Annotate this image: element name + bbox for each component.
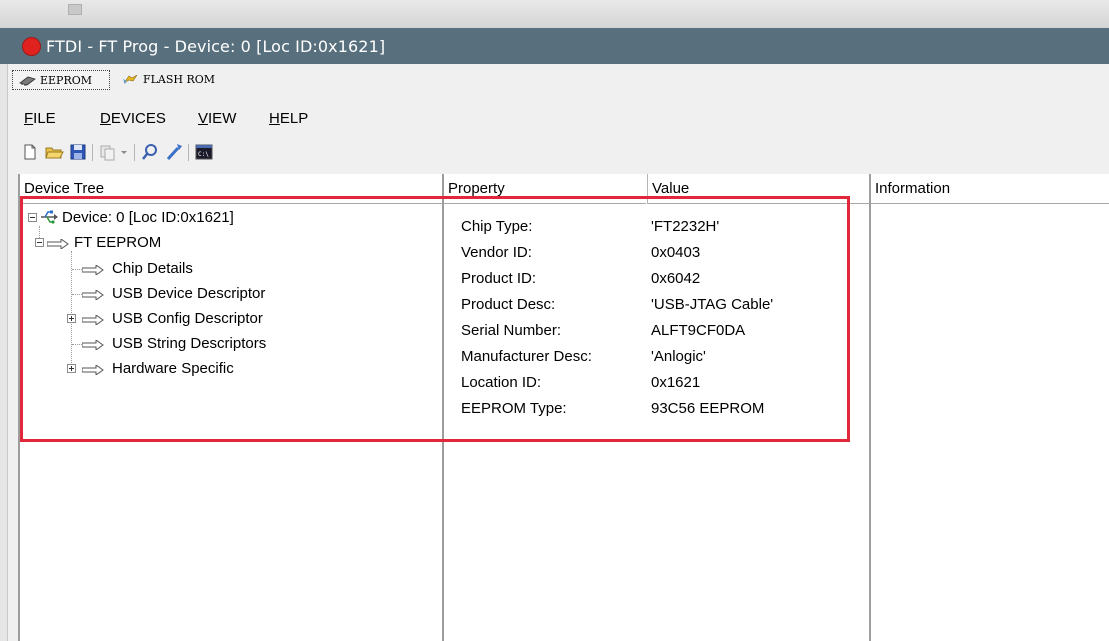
- property-value: 'USB-JTAG Cable': [651, 296, 774, 313]
- property-value: 'FT2232H': [651, 218, 720, 235]
- tree-item-label: USB Config Descriptor: [112, 310, 263, 327]
- search-devices-icon[interactable]: [140, 142, 160, 162]
- toolbar-separator: [134, 144, 135, 161]
- property-name: Vendor ID:: [461, 244, 532, 261]
- collapse-toggle-icon[interactable]: [35, 238, 44, 247]
- command-prompt-icon[interactable]: C:\: [194, 142, 214, 162]
- menu-help-rest: ELP: [279, 110, 309, 127]
- pane-divider[interactable]: [869, 174, 871, 641]
- tree-item-ft-eeprom[interactable]: FT EEPROM: [28, 232, 428, 254]
- menu-view-rest: IEW: [208, 110, 237, 127]
- property-value: 93C56 EEPROM: [651, 400, 765, 417]
- property-name: Chip Type:: [461, 218, 533, 235]
- property-value: 0x1621: [651, 374, 701, 391]
- menu-devices[interactable]: DEVICES: [100, 110, 166, 127]
- menu-file-mnemonic: F: [24, 110, 34, 127]
- menu-devices-rest: EVICES: [110, 110, 166, 127]
- arrow-right-icon: [82, 290, 104, 300]
- copy-icon[interactable]: [98, 142, 118, 162]
- toolbar: C:\: [20, 142, 300, 164]
- tree-item-hardware-specific[interactable]: Hardware Specific: [28, 358, 428, 380]
- usb-device-icon: [41, 210, 58, 224]
- column-header-device-tree[interactable]: Device Tree: [20, 174, 442, 204]
- tree-item-device[interactable]: Device: 0 [Loc ID:0x1621]: [28, 207, 428, 229]
- property-name: EEPROM Type:: [461, 400, 567, 417]
- value-header-label: Value: [652, 180, 690, 197]
- column-header-value[interactable]: Value: [647, 174, 869, 204]
- tab-eeprom[interactable]: EEPROM: [12, 70, 110, 90]
- svg-text:C:\: C:\: [198, 151, 209, 158]
- tree-item-chip-details[interactable]: Chip Details: [28, 258, 428, 280]
- program-wand-icon[interactable]: [164, 142, 184, 162]
- arrow-right-icon: [82, 265, 104, 275]
- save-disk-icon[interactable]: [68, 142, 88, 162]
- eeprom-chip-icon: [19, 76, 36, 86]
- information-pane[interactable]: [871, 174, 1109, 641]
- dropdown-icon[interactable]: [118, 142, 130, 162]
- menu-help[interactable]: HELP: [269, 110, 308, 127]
- tree-item-usb-config-descriptor[interactable]: USB Config Descriptor: [28, 308, 428, 330]
- new-file-icon[interactable]: [20, 142, 40, 162]
- flash-rom-icon: [123, 75, 138, 84]
- toolbar-separator: [188, 144, 189, 161]
- collapse-toggle-icon[interactable]: [28, 213, 37, 222]
- tree-item-label: Chip Details: [112, 260, 193, 277]
- left-window-edge: [0, 64, 8, 641]
- top-window-strip: [0, 0, 1109, 28]
- window-title: FTDI - FT Prog - Device: 0 [Loc ID:0x162…: [46, 37, 386, 56]
- tree-eeprom-label: FT EEPROM: [74, 234, 162, 251]
- property-name: Product Desc:: [461, 296, 556, 313]
- app-red-circle-icon: [22, 37, 41, 56]
- tab-flash-rom-label: FLASH ROM: [143, 73, 216, 86]
- tree-item-label: Hardware Specific: [112, 360, 234, 377]
- open-folder-icon[interactable]: [44, 142, 64, 162]
- menu-file-rest: ILE: [33, 110, 56, 127]
- device-tree-header-label: Device Tree: [24, 180, 105, 197]
- tree-item-usb-string-descriptors[interactable]: USB String Descriptors: [28, 333, 428, 355]
- tab-eeprom-label: EEPROM: [40, 74, 93, 87]
- property-value: ALFT9CF0DA: [651, 322, 746, 339]
- expand-toggle-icon[interactable]: [67, 314, 76, 323]
- property-value: 0x6042: [651, 270, 701, 287]
- property-header-label: Property: [448, 180, 505, 197]
- tree-device-label: Device: 0 [Loc ID:0x1621]: [62, 209, 234, 226]
- menu-file[interactable]: FILE: [24, 110, 56, 127]
- menu-view-mnemonic: V: [198, 110, 209, 127]
- column-header-property[interactable]: Property: [444, 174, 646, 204]
- property-name: Manufacturer Desc:: [461, 348, 592, 365]
- property-name: Serial Number:: [461, 322, 562, 339]
- grip-handle[interactable]: [68, 4, 82, 15]
- arrow-right-icon: [82, 340, 104, 350]
- tree-item-usb-device-descriptor[interactable]: USB Device Descriptor: [28, 283, 428, 305]
- property-value: 'Anlogic': [651, 348, 706, 365]
- toolbar-separator: [92, 144, 93, 161]
- menu-help-mnemonic: H: [269, 110, 280, 127]
- column-header-information[interactable]: Information: [871, 174, 1109, 204]
- arrow-right-icon: [82, 365, 104, 375]
- arrow-right-icon: [82, 315, 104, 325]
- tree-item-label: USB String Descriptors: [112, 335, 267, 352]
- arrow-right-icon: [47, 239, 69, 249]
- property-name: Location ID:: [461, 374, 542, 391]
- pane-divider: [18, 174, 20, 641]
- menu-view[interactable]: VIEW: [198, 110, 236, 127]
- menu-devices-mnemonic: D: [100, 110, 111, 127]
- tree-item-label: USB Device Descriptor: [112, 285, 266, 302]
- property-value: 0x0403: [651, 244, 701, 261]
- expand-toggle-icon[interactable]: [67, 364, 76, 373]
- title-bar: FTDI - FT Prog - Device: 0 [Loc ID:0x162…: [0, 28, 1109, 64]
- information-header-label: Information: [875, 180, 951, 197]
- pane-divider[interactable]: [442, 174, 444, 641]
- property-name: Product ID:: [461, 270, 537, 287]
- tab-flash-rom[interactable]: FLASH ROM: [116, 70, 216, 90]
